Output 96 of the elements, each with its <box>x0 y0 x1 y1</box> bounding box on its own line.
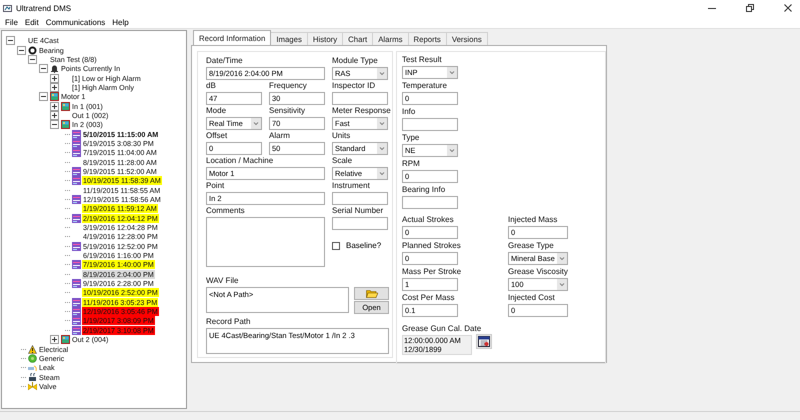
field-label: Units <box>332 130 352 142</box>
field-label: Cost Per Mass <box>402 292 456 304</box>
caret-icon <box>557 279 567 290</box>
valve-icon <box>28 382 37 391</box>
collapse-icon[interactable] <box>17 46 26 55</box>
record-icon <box>72 260 81 270</box>
picture-icon <box>61 120 70 130</box>
caret-icon <box>447 145 457 156</box>
field-label: Module Type <box>332 55 379 67</box>
field-label: Inspector ID <box>332 80 376 92</box>
field-label: Offset <box>206 130 228 142</box>
field-label: Instrument <box>332 180 371 192</box>
field-label: Grease Gun Cal. Date <box>402 323 482 335</box>
field-label: WAV File <box>206 275 240 287</box>
field-label: dB <box>206 80 217 92</box>
circle-icon <box>28 354 37 363</box>
input-field[interactable] <box>402 196 458 209</box>
field-label: Info <box>402 106 416 118</box>
field-label: Grease Type <box>508 240 555 252</box>
menu-item[interactable]: Help <box>112 18 129 26</box>
menu-item[interactable]: Communications <box>46 18 106 26</box>
collapse-icon[interactable] <box>6 36 15 46</box>
field-label: Bearing Info <box>402 184 446 196</box>
caret-icon <box>377 118 387 129</box>
field-label: Point <box>206 180 226 192</box>
input-field[interactable] <box>402 118 458 131</box>
expand-icon[interactable] <box>50 335 59 344</box>
field-label: Injected Mass <box>508 214 558 226</box>
record-icon <box>72 242 81 251</box>
record-icon <box>72 298 81 307</box>
caret-icon <box>377 168 387 179</box>
record-icon <box>72 326 81 335</box>
field-label: Actual Strokes <box>402 214 455 226</box>
app-icon <box>3 4 12 12</box>
input-field[interactable] <box>332 92 388 105</box>
collapse-icon[interactable] <box>50 120 59 130</box>
field-label: Meter Response <box>332 105 388 117</box>
record-icon <box>72 130 81 139</box>
menu-item[interactable]: File <box>5 18 18 26</box>
window-title: Ultratrend DMS <box>16 4 72 12</box>
collapse-icon[interactable] <box>28 54 37 64</box>
expand-icon[interactable] <box>50 102 59 111</box>
field-label: Frequency <box>269 80 308 92</box>
record-icon <box>72 195 81 204</box>
caret-icon <box>377 68 387 79</box>
field-label: Planned Strokes <box>402 240 458 252</box>
record-icon <box>72 166 81 176</box>
field-label: Injected Cost <box>508 292 556 304</box>
leak-icon <box>28 363 37 372</box>
checkbox-label: Baseline? <box>346 241 382 250</box>
field-label: RPM <box>402 158 421 170</box>
field-label: Serial Number <box>332 205 384 217</box>
expand-icon[interactable] <box>50 74 59 83</box>
field-label: Test Result <box>402 54 443 66</box>
caret-icon <box>377 143 387 154</box>
field-label: Scale <box>332 155 354 167</box>
field-label: Date/Time <box>206 55 244 67</box>
close-icon[interactable] <box>784 4 792 12</box>
record-icon <box>72 307 81 316</box>
picture-icon <box>50 92 59 102</box>
field-label: Record Path <box>206 316 252 328</box>
record-icon <box>72 279 81 288</box>
input-field[interactable] <box>332 192 388 205</box>
expand-icon[interactable] <box>50 82 59 92</box>
field-label: Temperature <box>402 80 448 92</box>
field-label: Comments <box>206 205 246 217</box>
ring-icon <box>28 46 37 55</box>
field-label: Type <box>402 132 420 144</box>
browse-button[interactable] <box>354 287 389 300</box>
bell-icon <box>50 64 59 74</box>
record-icon <box>72 316 81 326</box>
caret-icon <box>251 118 261 129</box>
input-field[interactable] <box>332 217 388 230</box>
record-icon <box>72 148 81 158</box>
expand-icon[interactable] <box>50 110 59 120</box>
record-icon <box>72 176 81 186</box>
field-label: Sensitivity <box>269 105 306 117</box>
field-label: Alarm <box>269 130 291 142</box>
calendar-button[interactable] <box>476 334 492 349</box>
record-icon <box>72 214 81 223</box>
folder-icon <box>366 289 378 298</box>
warning-icon <box>28 344 37 354</box>
picture-icon <box>61 102 70 111</box>
field-label: Grease Viscosity <box>508 266 568 278</box>
restore-icon[interactable] <box>746 4 754 12</box>
calendar-icon <box>478 336 490 347</box>
checkbox[interactable] <box>332 242 340 250</box>
menu-item[interactable]: Edit <box>24 18 39 26</box>
field-label: Location / Machine <box>206 155 274 167</box>
collapse-icon[interactable] <box>39 92 48 102</box>
caret-icon <box>557 253 567 264</box>
collapse-icon[interactable] <box>39 64 48 74</box>
field-label: Mode <box>206 105 228 117</box>
steam-icon <box>28 372 37 382</box>
caret-icon <box>447 67 457 78</box>
picture-icon <box>61 335 70 344</box>
